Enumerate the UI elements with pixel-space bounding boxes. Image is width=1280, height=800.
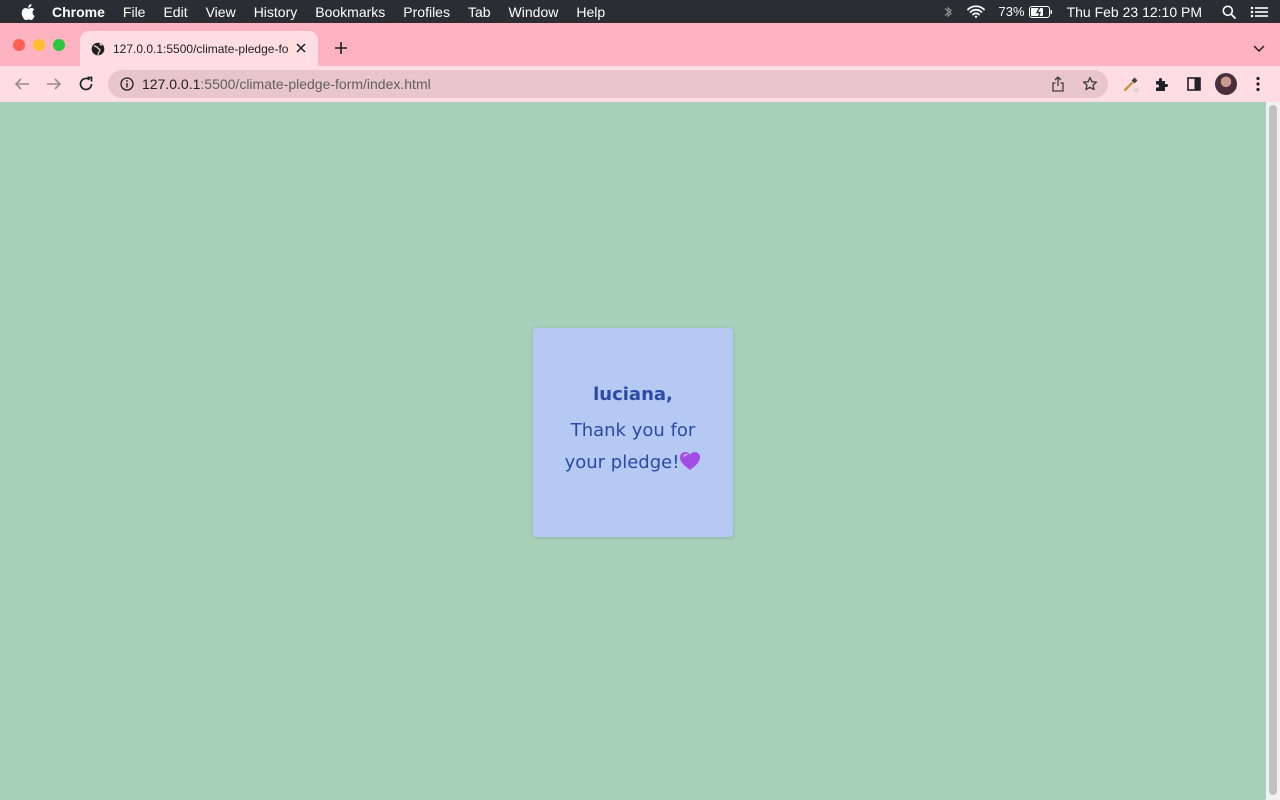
window-zoom-button[interactable]	[53, 39, 65, 51]
reload-icon[interactable]	[76, 74, 96, 94]
url-path: :5500/climate-pledge-form/index.html	[200, 76, 431, 92]
battery-percentage: 73%	[998, 4, 1025, 19]
control-center-icon[interactable]	[1250, 6, 1268, 18]
bookmark-star-icon[interactable]	[1082, 76, 1098, 92]
site-info-icon[interactable]	[120, 77, 134, 91]
spotlight-search-icon[interactable]	[1222, 5, 1236, 19]
menu-edit[interactable]: Edit	[163, 4, 187, 20]
chrome-menu-kebab-icon[interactable]	[1248, 74, 1268, 94]
battery-charging-icon[interactable]	[1028, 5, 1053, 18]
menu-bookmarks[interactable]: Bookmarks	[315, 4, 385, 20]
page-scrollbar[interactable]	[1266, 102, 1280, 800]
thank-you-message: Thank you for your pledge!	[558, 415, 708, 482]
browser-tab-strip: 127.0.0.1:5500/climate-pledge-form/index…	[0, 23, 1280, 66]
side-panel-icon[interactable]	[1184, 74, 1204, 94]
menu-history[interactable]: History	[254, 4, 298, 20]
back-arrow-icon[interactable]	[12, 74, 32, 94]
url-text: 127.0.0.1:5500/climate-pledge-form/index…	[142, 76, 431, 92]
menu-help[interactable]: Help	[576, 4, 605, 20]
window-close-button[interactable]	[13, 39, 25, 51]
menu-view[interactable]: View	[206, 4, 236, 20]
address-bar[interactable]: 127.0.0.1:5500/climate-pledge-form/index…	[108, 70, 1108, 98]
macos-menu-bar: Chrome File Edit View History Bookmarks …	[0, 0, 1280, 23]
eyedropper-extension-icon[interactable]	[1121, 74, 1141, 94]
thank-you-text: Thank you for your pledge!	[564, 419, 696, 473]
page-viewport: luciana, Thank you for your pledge!	[0, 102, 1266, 800]
new-tab-plus-icon[interactable]	[332, 39, 350, 57]
apple-icon[interactable]	[18, 2, 38, 22]
menu-tab[interactable]: Tab	[468, 4, 491, 20]
menu-profiles[interactable]: Profiles	[403, 4, 450, 20]
url-host: 127.0.0.1	[142, 76, 201, 92]
purple-heart-icon	[679, 450, 701, 482]
menu-app-name[interactable]: Chrome	[52, 4, 105, 20]
tab-search-chevron-down-icon[interactable]	[1252, 41, 1266, 55]
browser-toolbar: 127.0.0.1:5500/climate-pledge-form/index…	[0, 66, 1280, 102]
wifi-icon[interactable]	[966, 5, 985, 18]
browser-tab-active[interactable]: 127.0.0.1:5500/climate-pledge-form/index…	[80, 31, 318, 66]
window-minimize-button[interactable]	[33, 39, 45, 51]
menu-clock[interactable]: Thu Feb 23 12:10 PM	[1067, 4, 1202, 20]
bluetooth-icon[interactable]	[943, 5, 953, 19]
tab-close-icon[interactable]	[294, 41, 308, 55]
thank-you-card: luciana, Thank you for your pledge!	[533, 328, 733, 537]
forward-arrow-icon[interactable]	[44, 74, 64, 94]
globe-icon	[91, 42, 105, 56]
menu-file[interactable]: File	[123, 4, 146, 20]
extensions-puzzle-icon[interactable]	[1152, 74, 1172, 94]
profile-avatar[interactable]	[1215, 73, 1237, 95]
scrollbar-thumb[interactable]	[1269, 105, 1277, 795]
pledger-name: luciana,	[593, 383, 673, 405]
menu-window[interactable]: Window	[509, 4, 559, 20]
tab-title: 127.0.0.1:5500/climate-pledge-form/index…	[113, 41, 289, 56]
share-icon[interactable]	[1050, 76, 1066, 92]
